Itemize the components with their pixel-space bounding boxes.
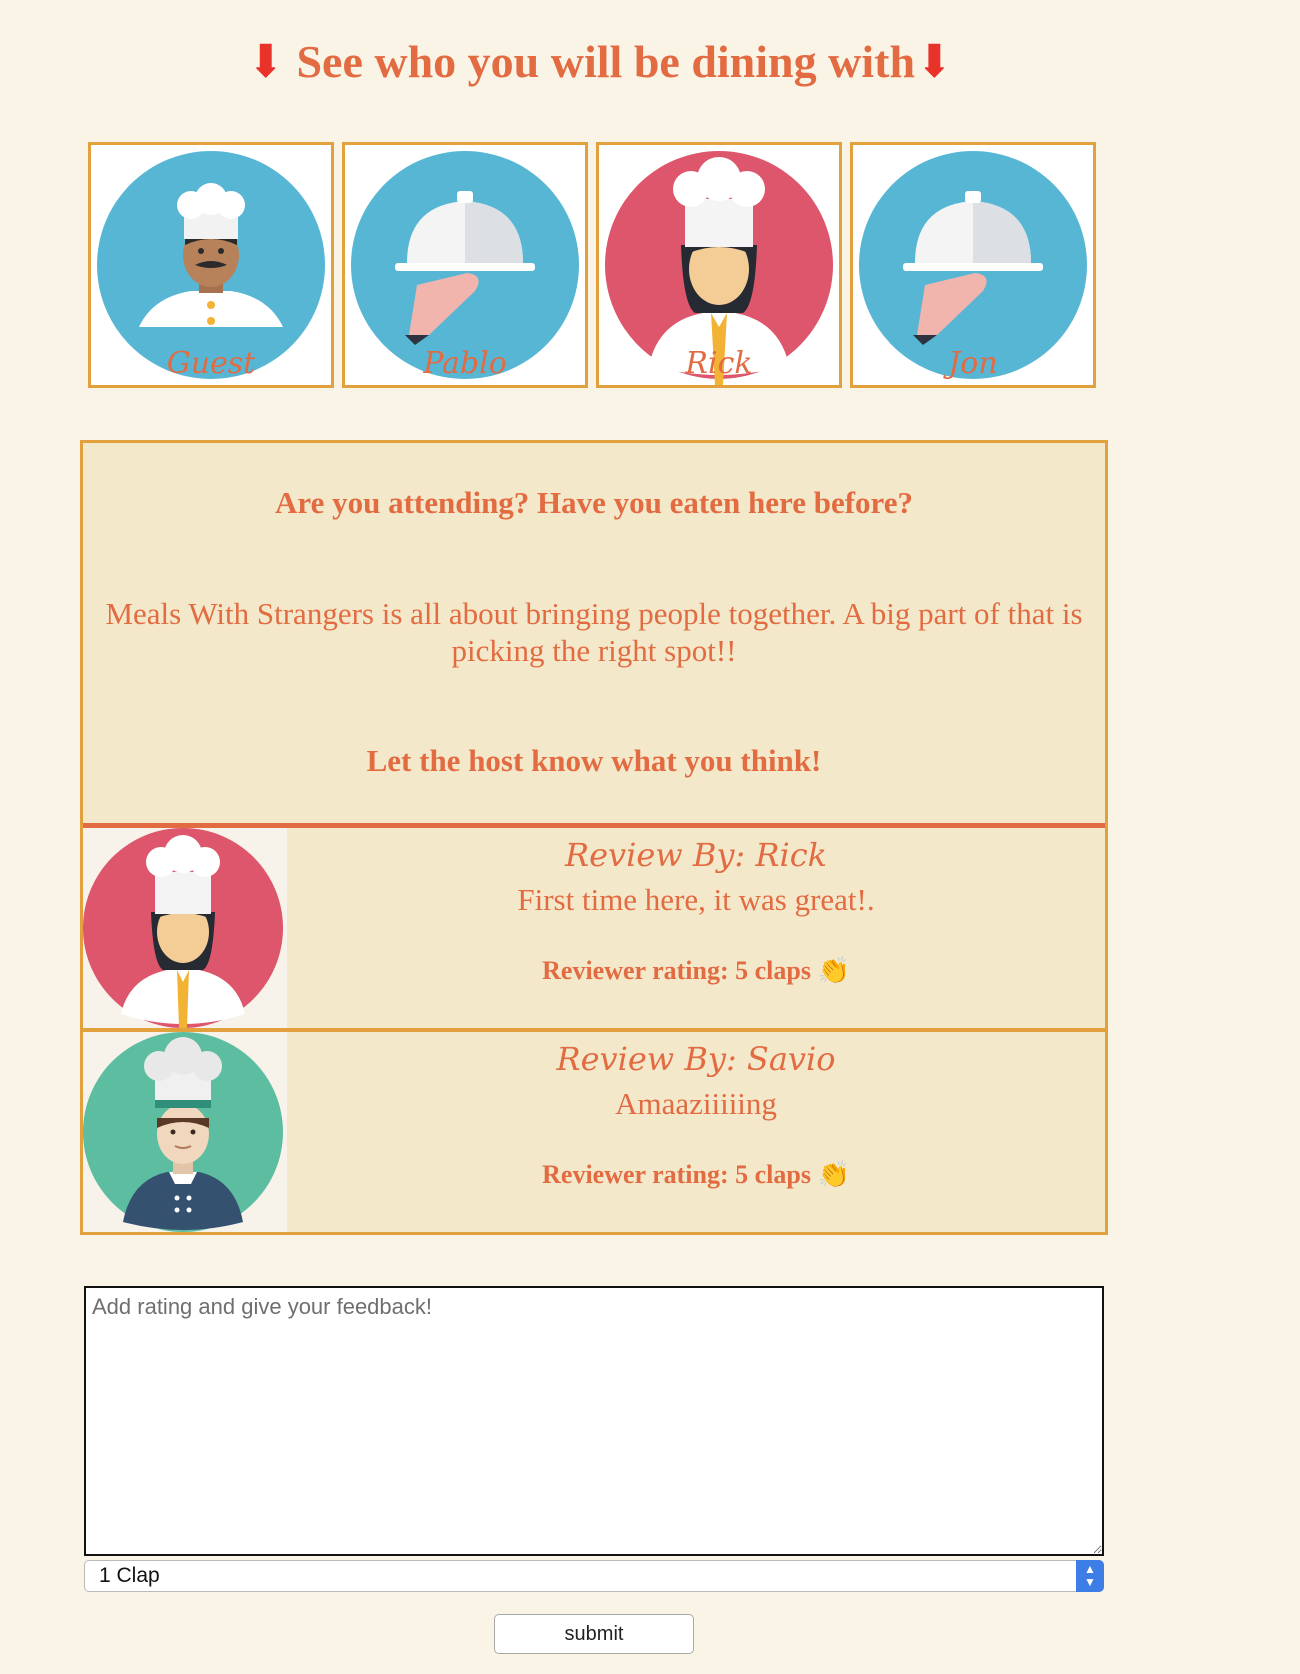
diner-name: Guest (166, 346, 256, 381)
diner-card-jon[interactable]: Jon (850, 142, 1096, 388)
intro-cta: Let the host know what you think! (366, 743, 822, 778)
page-title-text: See who you will be dining with (296, 36, 916, 87)
review-content: Review By: Savio Amaaziiiiing Reviewer r… (287, 1032, 1105, 1190)
arrow-down-icon: ⬇ (915, 36, 954, 87)
diner-card-pablo[interactable]: Pablo (342, 142, 588, 388)
intro-question: Are you attending? Have you eaten here b… (274, 485, 913, 520)
diner-card-rick[interactable]: Rick (596, 142, 842, 388)
submit-button[interactable]: submit (494, 1614, 694, 1654)
arrow-down-icon: ⬇ (246, 36, 285, 87)
review-author: Review By: Rick (564, 836, 828, 874)
diner-name: Jon (948, 346, 998, 381)
review-rating: Reviewer rating: 5 claps 👏 (542, 1160, 850, 1189)
select-stepper-icon[interactable]: ▲ ▼ (1076, 1560, 1104, 1592)
rating-select-value: 1 Clap (99, 1564, 160, 1587)
feedback-textarea[interactable] (84, 1286, 1104, 1556)
rating-select[interactable]: 1 Clap ▲ ▼ (84, 1560, 1104, 1592)
page-title: ⬇ See who you will be dining with⬇ (0, 34, 1200, 88)
reviews-panel: Are you attending? Have you eaten here b… (80, 440, 1108, 1235)
review-item: Review By: Rick First time here, it was … (83, 823, 1105, 1028)
reviewer-avatar (83, 828, 287, 1028)
intro-body: Meals With Strangers is all about bringi… (105, 596, 1083, 668)
diner-list: Guest Pablo Rick Jon (88, 142, 1096, 388)
review-body: First time here, it was great!. (517, 882, 875, 917)
chef-man-green-icon (83, 1032, 283, 1232)
review-author: Review By: Savio (556, 1040, 836, 1078)
review-body: Amaaziiiiing (615, 1086, 777, 1121)
review-rating: Reviewer rating: 5 claps 👏 (542, 956, 850, 985)
intro-section: Are you attending? Have you eaten here b… (83, 443, 1105, 823)
review-item: Review By: Savio Amaaziiiiing Reviewer r… (83, 1028, 1105, 1232)
review-content: Review By: Rick First time here, it was … (287, 828, 1105, 986)
diner-name: Rick (685, 346, 753, 381)
diner-card-guest[interactable]: Guest (88, 142, 334, 388)
diner-name: Pablo (423, 346, 507, 381)
reviewer-avatar (83, 1032, 287, 1232)
chef-woman-icon (83, 828, 283, 1028)
